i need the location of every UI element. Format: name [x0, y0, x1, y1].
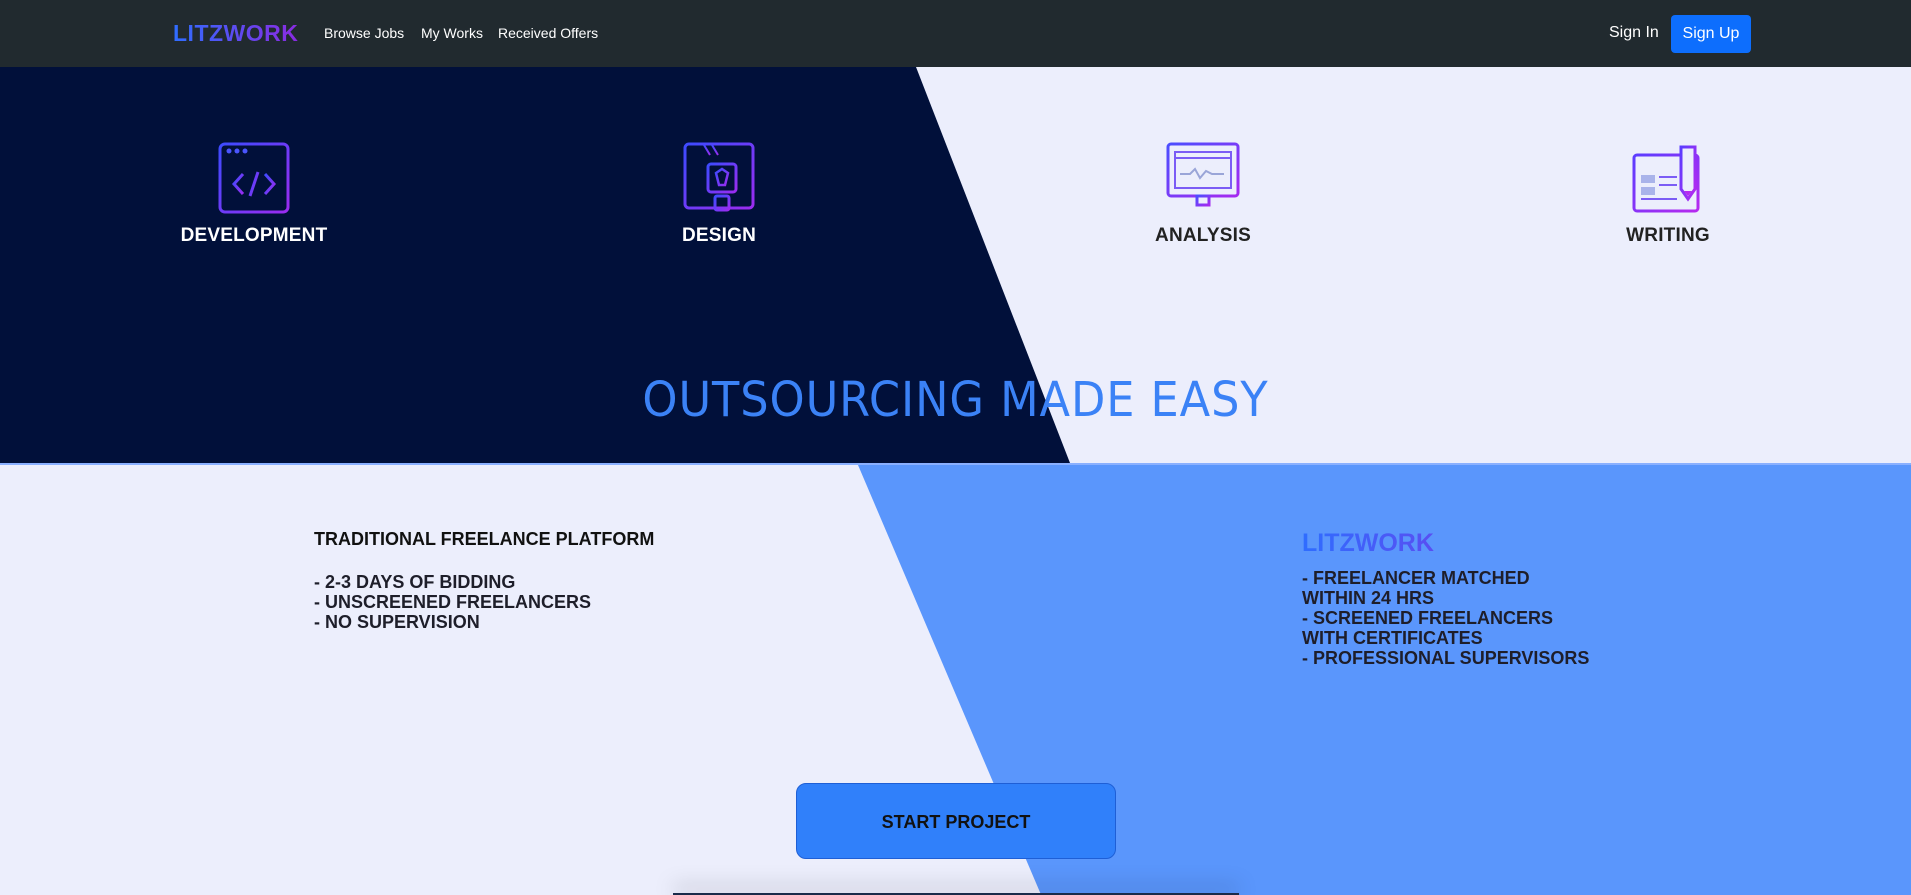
feature-item: WITHIN 24 HRS [1302, 588, 1435, 608]
document-pen-icon [1632, 145, 1700, 213]
code-window-icon [218, 142, 290, 214]
feature-item: - 2-3 DAYS OF BIDDING [314, 572, 516, 592]
comparison-section: TRADITIONAL FREELANCE PLATFORM - 2-3 DAY… [0, 463, 1911, 895]
monitor-chart-icon [1166, 142, 1240, 211]
nav-my-works[interactable]: My Works [421, 25, 483, 41]
category-label: DESIGN [681, 225, 757, 246]
nav-browse-jobs[interactable]: Browse Jobs [324, 25, 404, 41]
category-analysis[interactable]: ANALYSIS [1113, 141, 1293, 247]
category-label: WRITING [1626, 225, 1710, 246]
sign-up-button[interactable]: Sign Up [1671, 15, 1751, 53]
feature-item: - SCREENED FREELANCERS [1302, 608, 1554, 628]
hero-section: DEVELOPMENT DESIGN ANALYSIS WRITING OUTS… [0, 67, 1911, 463]
pen-tool-icon [683, 142, 755, 212]
category-development[interactable]: DEVELOPMENT [164, 141, 344, 247]
feature-item: - UNSCREENED FREELANCERS [314, 592, 592, 612]
traditional-platform-column: TRADITIONAL FREELANCE PLATFORM - 2-3 DAY… [314, 529, 654, 632]
hero-title: OUTSOURCING MADE EASY [642, 372, 1269, 428]
feature-item: - FREELANCER MATCHED [1302, 568, 1530, 588]
feature-item: - NO SUPERVISION [314, 612, 480, 632]
feature-item: WITH CERTIFICATES [1302, 628, 1483, 648]
navbar: LITZWORK Browse Jobs My Works Received O… [0, 0, 1911, 67]
feature-item: - PROFESSIONAL SUPERVISORS [1302, 648, 1590, 668]
brand-logo[interactable]: LITZWORK [173, 20, 298, 47]
category-label: DEVELOPMENT [180, 225, 328, 246]
category-label: ANALYSIS [1155, 225, 1251, 246]
nav-received-offers[interactable]: Received Offers [498, 25, 598, 41]
sign-in-link[interactable]: Sign In [1609, 24, 1659, 42]
category-writing[interactable]: WRITING [1578, 141, 1758, 247]
category-design[interactable]: DESIGN [629, 141, 809, 247]
start-project-button[interactable]: START PROJECT [796, 783, 1116, 859]
litzwork-column: LITZWORK - FREELANCER MATCHED WITHIN 24 … [1302, 529, 1589, 668]
traditional-platform-title: TRADITIONAL FREELANCE PLATFORM [314, 529, 655, 549]
litzwork-title: LITZWORK [1302, 529, 1589, 558]
